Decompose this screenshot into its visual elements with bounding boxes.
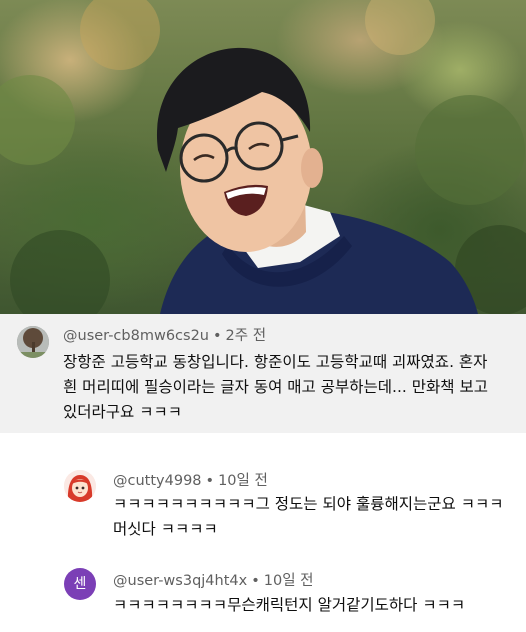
reply-text-line: 머싯다 ㅋㅋㅋㅋ bbox=[113, 520, 218, 538]
reply-text: ㅋㅋㅋㅋㅋㅋㅋㅋㅋㅋ그 정도는 되야 훌륭해지는군요 ㅋㅋㅋ 머싯다 ㅋㅋㅋㅋ bbox=[113, 492, 513, 542]
reply-text: ㅋㅋㅋㅋㅋㅋㅋㅋ무슨캐릭턴지 알거같기도하다 ㅋㅋㅋ bbox=[113, 593, 513, 618]
avatar-initial: 센 bbox=[73, 576, 87, 592]
reply-text-line: ㅋㅋㅋㅋㅋㅋㅋㅋ무슨캐릭턴지 알거같기도하다 ㅋㅋㅋ bbox=[113, 596, 466, 614]
reply-avatar[interactable]: 센 bbox=[64, 568, 96, 600]
reply-meta: @cutty4998 • 10일 전 bbox=[113, 469, 268, 490]
reply-avatar[interactable] bbox=[64, 470, 96, 502]
reply-meta: @user-ws3qj4ht4x • 10일 전 bbox=[113, 569, 314, 590]
reply-timestamp[interactable]: 10일 전 bbox=[218, 473, 268, 489]
reply-author-handle[interactable]: @cutty4998 bbox=[113, 473, 202, 489]
anime-girl-avatar-icon bbox=[64, 470, 96, 502]
meta-separator: • bbox=[205, 473, 215, 489]
meta-separator: • bbox=[251, 573, 260, 589]
reply-author-handle[interactable]: @user-ws3qj4ht4x bbox=[113, 573, 247, 589]
reply-timestamp[interactable]: 10일 전 bbox=[264, 573, 314, 589]
replies-section: @cutty4998 • 10일 전 ㅋㅋㅋㅋㅋㅋㅋㅋㅋㅋ그 정도는 되야 훌륭해지… bbox=[0, 314, 526, 632]
video-thumbnail-photo bbox=[0, 0, 526, 314]
person-photo-illustration bbox=[0, 0, 526, 314]
reply-text-line: ㅋㅋㅋㅋㅋㅋㅋㅋㅋㅋ그 정도는 되야 훌륭해지는군요 ㅋㅋㅋ bbox=[113, 495, 504, 513]
